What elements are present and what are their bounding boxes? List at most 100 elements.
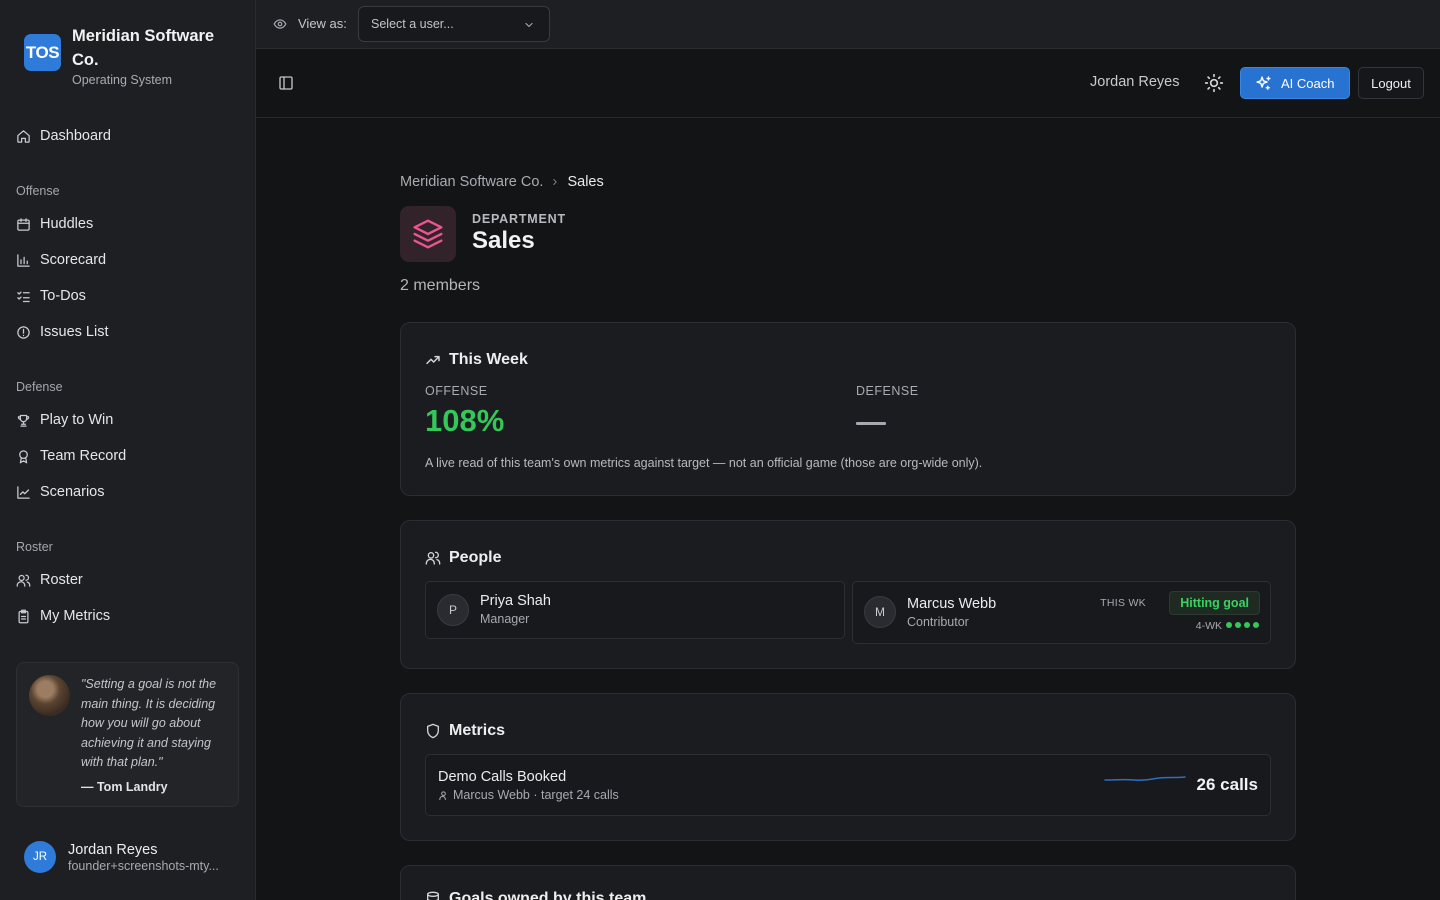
sparkles-icon (1256, 75, 1271, 90)
nav-play-to-win[interactable]: Play to Win (16, 409, 113, 431)
checklist-icon (17, 291, 30, 302)
trending-up-icon (426, 355, 440, 365)
bar-chart-icon (17, 253, 30, 267)
chevron-right-icon (553, 178, 558, 186)
avatar: P (437, 594, 469, 626)
week-hit-dot (1226, 622, 1232, 628)
nav-scenarios[interactable]: Scenarios (16, 481, 104, 503)
department-icon-badge (400, 206, 456, 262)
quote-card: "Setting a goal is not the main thing. I… (16, 662, 239, 807)
week-hit-dot (1235, 622, 1241, 628)
person-role: Manager (480, 612, 530, 626)
brand-logo: TOS (24, 34, 61, 71)
quote-text: "Setting a goal is not the main thing. I… (81, 677, 217, 769)
layers-icon (413, 219, 443, 249)
this-week-card: This Week OFFENSE 108% DEFENSE A live re… (400, 322, 1296, 496)
sun-icon[interactable] (1204, 73, 1224, 93)
alert-circle-icon (17, 325, 30, 339)
metrics-title: Metrics (425, 722, 505, 740)
four-week-dots (1226, 622, 1259, 628)
users-icon (16, 574, 31, 587)
nav-dashboard[interactable]: Dashboard (16, 125, 111, 147)
page-title: Sales (472, 227, 535, 254)
ai-coach-label: AI Coach (1281, 75, 1335, 91)
people-title-label: People (449, 549, 502, 566)
database-icon (427, 891, 439, 900)
nav-my-metrics-label: My Metrics (40, 608, 111, 624)
person-name: Marcus Webb (907, 596, 997, 612)
nav-roster-label: Roster (40, 572, 83, 588)
breadcrumb-org[interactable]: Meridian Software Co. (400, 174, 543, 190)
department-members-count: 2 members (400, 277, 481, 294)
nav-todos-label: To-Dos (40, 288, 86, 304)
breadcrumb: Meridian Software Co. Sales (400, 174, 604, 190)
department-kicker: DEPARTMENT (472, 212, 566, 226)
ai-coach-button[interactable]: AI Coach (1240, 67, 1350, 99)
nav-section-roster: Roster (16, 540, 53, 554)
metric-owner-target: Marcus Webb · target 24 calls (438, 788, 619, 802)
this-week-title: This Week (425, 351, 528, 369)
top-header: Jordan Reyes AI Coach Logout (256, 49, 1440, 118)
eye-icon (273, 19, 287, 29)
this-week-note: A live read of this team's own metrics a… (425, 456, 983, 470)
trophy-icon (17, 414, 30, 427)
avatar: M (864, 596, 896, 628)
nav-huddles-label: Huddles (40, 216, 94, 232)
metric-name: Demo Calls Booked (438, 769, 567, 785)
sidebar-user-email: founder+screenshots-mty... (68, 858, 219, 873)
defense-label: DEFENSE (856, 384, 919, 398)
people-title: People (425, 549, 501, 567)
nav-issues[interactable]: Issues List (16, 321, 109, 343)
metrics-title-label: Metrics (449, 722, 506, 739)
nav-play-to-win-label: Play to Win (40, 412, 114, 428)
goals-title: Goals owned by this team (425, 890, 646, 900)
nav-roster[interactable]: Roster (16, 569, 83, 591)
sidebar-user-name: Jordan Reyes (68, 841, 158, 858)
this-week-label: THIS WK (1100, 597, 1146, 609)
person-role: Contributor (907, 615, 969, 629)
metric-value: 26 calls (1196, 775, 1258, 794)
person-card-marcus[interactable]: M Marcus Webb Contributor THIS WK Hittin… (852, 581, 1271, 644)
metric-row[interactable]: Demo Calls Booked Marcus Webb · target 2… (425, 754, 1271, 816)
user-icon (439, 790, 446, 800)
brand-name: Meridian Software Co. (72, 27, 215, 69)
nav-scorecard[interactable]: Scorecard (16, 249, 106, 271)
offense-label: OFFENSE (425, 384, 488, 398)
metric-owner-target-text: Marcus Webb · target 24 calls (453, 788, 619, 802)
this-week-title-label: This Week (449, 351, 528, 368)
view-as-select[interactable]: Select a user... (358, 6, 550, 42)
view-as-label: View as: (298, 16, 347, 31)
nav-huddles[interactable]: Huddles (16, 213, 93, 235)
metric-sparkline (1104, 776, 1186, 781)
week-hit-dot (1244, 622, 1250, 628)
quote-avatar (29, 675, 70, 716)
line-chart-icon (17, 485, 30, 499)
header-user-name: Jordan Reyes (1090, 74, 1180, 90)
brand-subtitle: Operating System (72, 73, 173, 87)
home-icon (17, 129, 30, 143)
brand[interactable]: TOS Meridian Software Co. Operating Syst… (24, 24, 232, 87)
nav-todos[interactable]: To-Dos (16, 285, 86, 307)
view-as-placeholder: Select a user... (371, 17, 454, 31)
nav-dashboard-label: Dashboard (40, 128, 111, 144)
people-card: People P Priya Shah Manager M Marcus Web… (400, 520, 1296, 669)
four-week-label: 4-WK (1195, 620, 1222, 632)
defense-empty-dash (856, 422, 886, 425)
sidebar-toggle-icon[interactable] (278, 75, 294, 91)
shield-icon (427, 723, 439, 739)
week-hit-dot (1253, 622, 1259, 628)
nav-section-defense: Defense (16, 380, 63, 394)
chevron-down-icon (525, 22, 533, 28)
logout-button[interactable]: Logout (1358, 67, 1424, 99)
nav-issues-label: Issues List (40, 324, 109, 340)
nav-my-metrics[interactable]: My Metrics (16, 605, 110, 627)
clipboard-icon (18, 609, 29, 623)
avatar: JR (24, 841, 56, 873)
nav-scenarios-label: Scenarios (40, 484, 105, 500)
nav-team-record[interactable]: Team Record (16, 445, 126, 467)
nav-scorecard-label: Scorecard (40, 252, 107, 268)
goals-card: Goals owned by this team (400, 865, 1296, 900)
sidebar-user[interactable]: JR Jordan Reyes founder+screenshots-mty.… (24, 841, 219, 873)
offense-value: 108% (425, 403, 505, 438)
person-card-priya[interactable]: P Priya Shah Manager (425, 581, 845, 639)
